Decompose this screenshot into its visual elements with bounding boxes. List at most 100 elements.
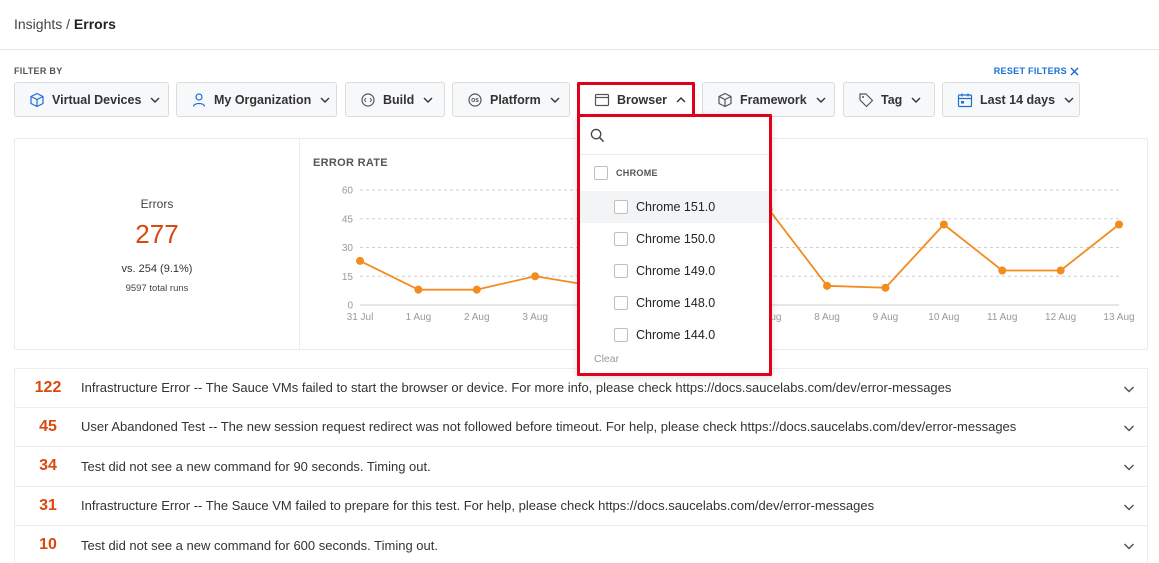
- user-icon: [191, 92, 207, 108]
- error-message: Test did not see a new command for 90 se…: [81, 458, 431, 474]
- x-tick-label: 1 Aug: [406, 312, 432, 323]
- data-point[interactable]: [939, 220, 948, 229]
- y-tick-label: 0: [347, 301, 353, 312]
- filter-label: Platform: [490, 92, 541, 107]
- chevron-down-icon[interactable]: [1123, 540, 1135, 552]
- filter-virtual-devices[interactable]: Virtual Devices: [14, 82, 169, 117]
- browser-dropdown: CHROME Chrome 151.0 Chrome 150.0 Chrome …: [577, 114, 772, 376]
- checkbox[interactable]: [614, 328, 628, 342]
- dropdown-option[interactable]: Chrome 144.0: [580, 319, 769, 351]
- dropdown-option[interactable]: Chrome 148.0: [580, 287, 769, 319]
- chevron-down-icon: [911, 95, 921, 105]
- breadcrumb-parent[interactable]: Insights: [14, 16, 62, 32]
- checkbox[interactable]: [614, 296, 628, 310]
- filter-label: Browser: [617, 92, 668, 107]
- x-tick-label: 13 Aug: [1103, 312, 1134, 323]
- browser-window-icon: [594, 92, 610, 108]
- tag-icon: [858, 92, 874, 108]
- data-point[interactable]: [414, 285, 423, 294]
- chevron-down-icon[interactable]: [1123, 422, 1135, 434]
- filter-browser[interactable]: Browser: [577, 82, 695, 117]
- option-label: Chrome 150.0: [636, 232, 716, 246]
- breadcrumb-separator: /: [66, 16, 71, 32]
- chevron-down-icon[interactable]: [1123, 383, 1135, 395]
- breadcrumb-current: Errors: [73, 16, 116, 32]
- error-row[interactable]: 10 Test did not see a new command for 60…: [14, 526, 1148, 563]
- checkbox[interactable]: [614, 264, 628, 278]
- error-count: 122: [34, 378, 62, 396]
- x-tick-label: 11 Aug: [987, 312, 1017, 323]
- group-label: CHROME: [616, 168, 658, 178]
- chevron-down-icon: [423, 95, 433, 105]
- browser-search-input[interactable]: [613, 128, 763, 143]
- filter-label: My Organization: [214, 92, 312, 107]
- chevron-down-icon: [816, 95, 826, 105]
- checkbox[interactable]: [594, 166, 608, 180]
- data-point[interactable]: [472, 285, 481, 294]
- error-row[interactable]: 31 Infrastructure Error -- The Sauce VM …: [14, 486, 1148, 526]
- filter-label: Build: [383, 92, 415, 107]
- y-tick-label: 60: [342, 186, 354, 197]
- data-point[interactable]: [356, 256, 364, 265]
- chevron-down-icon: [150, 95, 160, 105]
- data-point[interactable]: [1115, 220, 1123, 229]
- filter-label: Tag: [881, 92, 903, 107]
- x-tick-label: 3 Aug: [522, 312, 548, 323]
- filter-tag[interactable]: Tag: [843, 82, 935, 117]
- dropdown-option[interactable]: Chrome 149.0: [580, 255, 769, 287]
- cube-icon: [29, 92, 45, 108]
- filter-label: Last 14 days: [980, 92, 1056, 107]
- chevron-down-icon[interactable]: [1123, 461, 1135, 473]
- clear-button[interactable]: Clear: [594, 353, 619, 365]
- filter-by-label: FILTER BY: [14, 66, 63, 76]
- filter-my-organization[interactable]: My Organization: [176, 82, 337, 117]
- header-divider: [0, 49, 1159, 50]
- filter-platform[interactable]: OS Platform: [452, 82, 570, 117]
- x-tick-label: 8 Aug: [814, 312, 840, 323]
- error-count: 10: [39, 536, 57, 554]
- os-icon: OS: [467, 92, 483, 108]
- y-tick-label: 30: [342, 243, 354, 254]
- checkbox[interactable]: [614, 200, 628, 214]
- data-point[interactable]: [998, 266, 1007, 275]
- error-message: Infrastructure Error -- The Sauce VMs fa…: [81, 380, 952, 396]
- build-icon: [360, 92, 376, 108]
- error-row[interactable]: 45 User Abandoned Test -- The new sessio…: [14, 407, 1148, 447]
- error-message: Test did not see a new command for 600 s…: [81, 537, 438, 553]
- reset-filters-button[interactable]: RESET FILTERS: [994, 66, 1079, 76]
- checkbox[interactable]: [614, 232, 628, 246]
- data-point[interactable]: [531, 272, 540, 281]
- x-tick-label: 31 Jul: [347, 312, 374, 323]
- chevron-down-icon[interactable]: [1123, 501, 1135, 513]
- data-point[interactable]: [823, 281, 832, 290]
- data-point[interactable]: [881, 283, 890, 292]
- error-list: 122 Infrastructure Error -- The Sauce VM…: [14, 368, 1148, 563]
- y-tick-label: 15: [342, 272, 354, 283]
- filter-framework[interactable]: Framework: [702, 82, 835, 117]
- reset-filters-label: RESET FILTERS: [993, 66, 1067, 76]
- x-tick-label: 9 Aug: [873, 312, 899, 323]
- error-message: User Abandoned Test -- The new session r…: [81, 419, 1017, 435]
- option-label: Chrome 149.0: [636, 264, 716, 278]
- close-icon: [1070, 66, 1079, 76]
- data-point[interactable]: [1056, 266, 1065, 275]
- chevron-down-icon: [320, 95, 330, 105]
- dropdown-option[interactable]: Chrome 151.0: [580, 191, 769, 223]
- dropdown-group-chrome[interactable]: CHROME: [580, 155, 769, 191]
- breadcrumb: Insights / Errors: [14, 16, 116, 32]
- dropdown-option[interactable]: Chrome 150.0: [580, 223, 769, 255]
- filter-build[interactable]: Build: [345, 82, 445, 117]
- search-icon: [590, 128, 605, 143]
- option-label: Chrome 144.0: [636, 328, 716, 342]
- calendar-icon: [957, 92, 973, 108]
- chevron-down-icon: [1064, 95, 1074, 105]
- error-message: Infrastructure Error -- The Sauce VM fai…: [81, 498, 875, 514]
- error-row[interactable]: 34 Test did not see a new command for 90…: [14, 447, 1148, 487]
- filter-date-range[interactable]: Last 14 days: [942, 82, 1080, 117]
- x-tick-label: 10 Aug: [928, 312, 959, 323]
- filter-label: Virtual Devices: [52, 92, 142, 107]
- dropdown-search: [580, 117, 769, 155]
- y-tick-label: 45: [342, 214, 354, 225]
- x-tick-label: 2 Aug: [464, 312, 490, 323]
- chevron-up-icon: [676, 95, 686, 105]
